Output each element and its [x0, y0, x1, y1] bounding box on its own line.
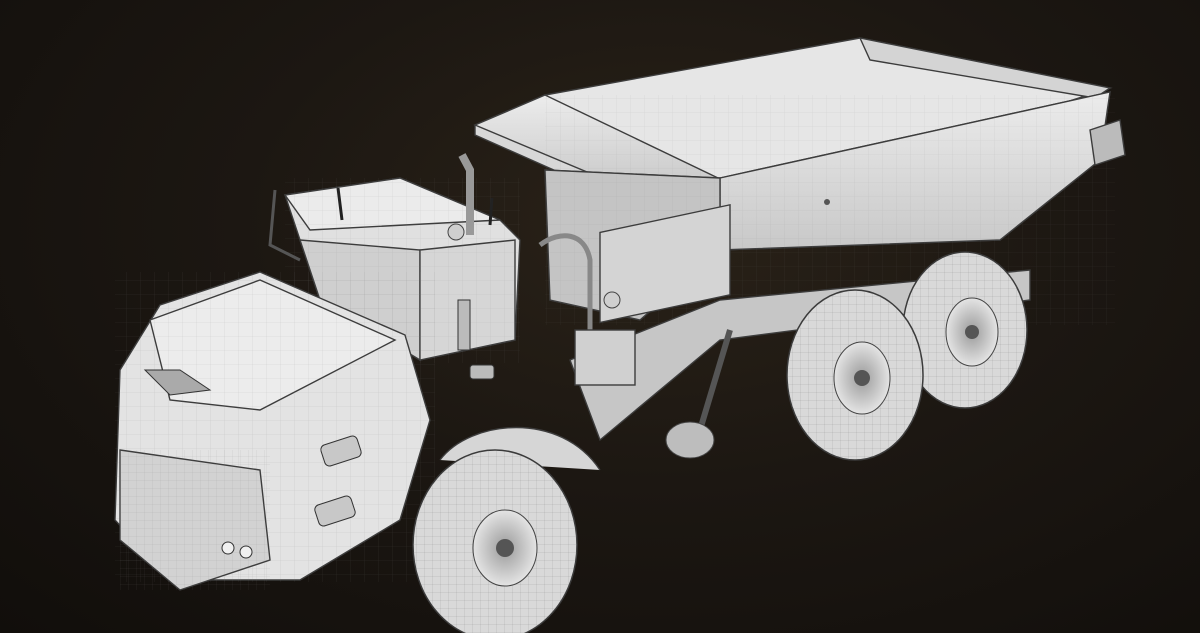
- hood: [114, 271, 435, 591]
- render-scene: [0, 0, 1200, 633]
- front-wheel: [412, 426, 601, 633]
- dump-truck-wireframe-render: [114, 37, 1126, 633]
- rear-wheel-near: [786, 289, 924, 461]
